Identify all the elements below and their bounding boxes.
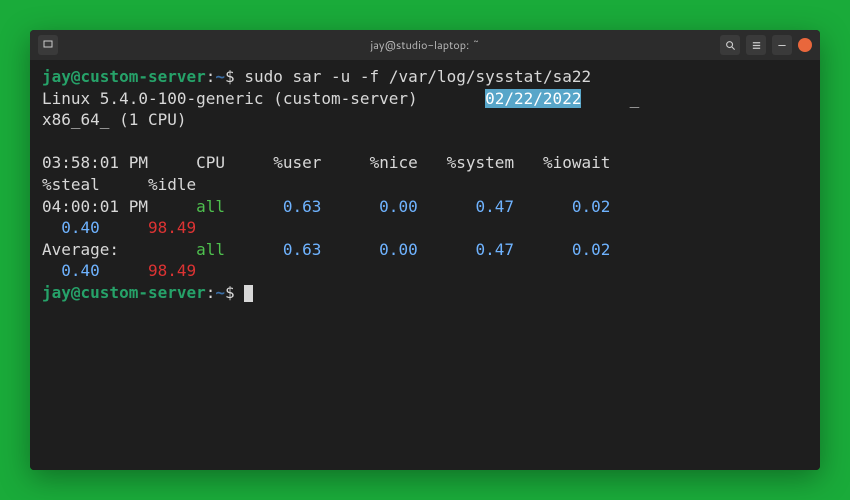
row1-nice: 0.00 <box>379 240 418 259</box>
hdr-nice: %nice <box>370 153 418 172</box>
search-button[interactable] <box>720 35 740 55</box>
row1-iowait: 0.02 <box>572 240 611 259</box>
row0-cpu: all <box>196 197 225 216</box>
row1-time: Average: <box>42 240 148 259</box>
row0-user: 0.63 <box>283 197 322 216</box>
cursor <box>244 285 253 302</box>
window-title: jay@studio-laptop: ~ <box>370 37 479 53</box>
row1-idle: 98.49 <box>148 261 196 280</box>
prompt-path: ~ <box>215 67 225 86</box>
prompt-user: jay@custom-server <box>42 67 206 86</box>
row0-system: 0.47 <box>476 197 515 216</box>
sysinfo-arch: x86_64_ (1 CPU) <box>42 110 187 129</box>
row1-cpu: all <box>196 240 225 259</box>
terminal-window: jay@studio-laptop: ~ – jay@custom-server… <box>30 30 820 470</box>
close-button[interactable] <box>798 38 812 52</box>
hdr-cpu: CPU <box>196 153 225 172</box>
sysinfo-date: 02/22/2022 <box>485 89 581 108</box>
row0-idle: 98.49 <box>148 218 196 237</box>
row1-system: 0.47 <box>476 240 515 259</box>
prompt2-user: jay@custom-server <box>42 283 206 302</box>
row0-iowait: 0.02 <box>572 197 611 216</box>
row0-time: 04:00:01 PM <box>42 197 148 216</box>
sysinfo-kernel: Linux 5.4.0-100-generic (custom-server) <box>42 89 418 108</box>
row1-steal: 0.40 <box>61 261 100 280</box>
hdr-steal: %steal <box>42 175 100 194</box>
minimize-button[interactable]: – <box>772 35 792 55</box>
hamburger-icon <box>751 40 762 51</box>
command-text: sudo sar -u -f /var/log/sysstat/sa22 <box>244 67 591 86</box>
hdr-time: 03:58:01 PM <box>42 153 148 172</box>
hdr-iowait: %iowait <box>543 153 610 172</box>
menu-button[interactable] <box>746 35 766 55</box>
prompt2-path: ~ <box>215 283 225 302</box>
titlebar: jay@studio-laptop: ~ – <box>30 30 820 60</box>
terminal-body[interactable]: jay@custom-server:~$ sudo sar -u -f /var… <box>30 60 820 470</box>
hdr-system: %system <box>447 153 514 172</box>
row0-steal: 0.40 <box>61 218 100 237</box>
row0-nice: 0.00 <box>379 197 418 216</box>
hdr-idle: %idle <box>148 175 196 194</box>
search-icon <box>725 40 736 51</box>
new-tab-button[interactable] <box>38 35 58 55</box>
hdr-user: %user <box>273 153 321 172</box>
row1-user: 0.63 <box>283 240 322 259</box>
